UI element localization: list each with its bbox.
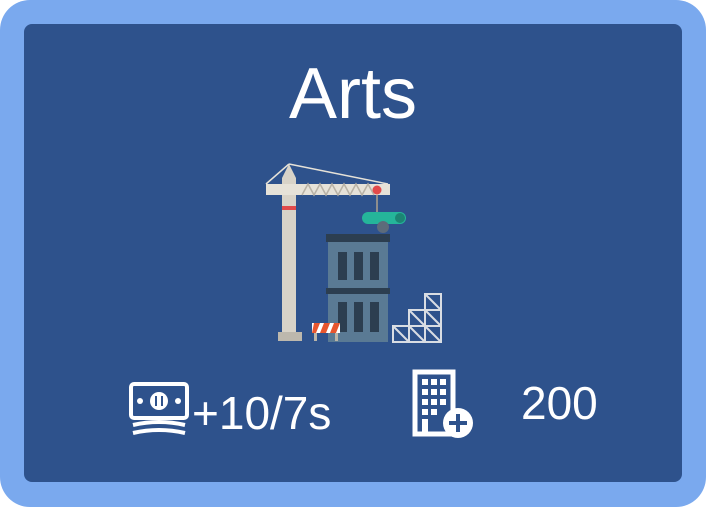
- building-add-icon[interactable]: [410, 369, 476, 439]
- card-title: Arts: [288, 54, 417, 134]
- crane-construction-icon: [265, 163, 442, 343]
- crane-mast: [282, 178, 296, 336]
- build-cost: 200: [521, 377, 598, 429]
- income-rate: +10/7s: [192, 387, 332, 439]
- cash-icon: [129, 382, 189, 435]
- building-card[interactable]: Arts +10/7s 200: [0, 0, 706, 507]
